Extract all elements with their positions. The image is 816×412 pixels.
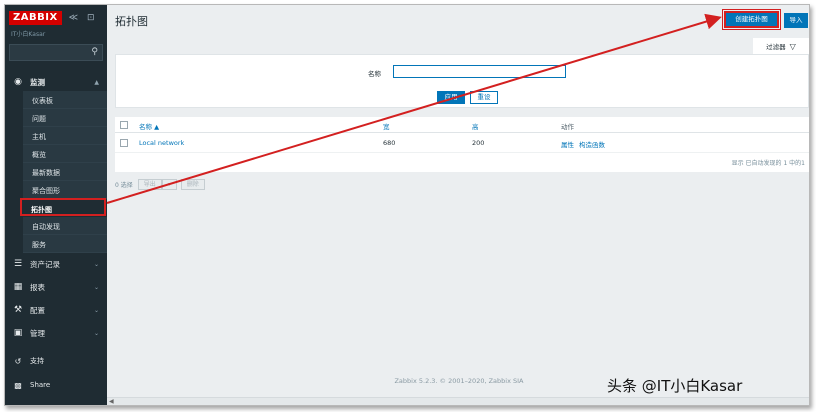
submenu-maps-label: 拓扑图 <box>31 206 52 214</box>
wrench-icon: ⚒ <box>13 305 23 315</box>
menu-configuration-label: 配置 <box>30 305 45 315</box>
menu-inventory[interactable]: ☰ 资产记录 ⌄ <box>5 255 107 273</box>
browser-frame: ZABBIX ≪ ⊡ IT小白Kasar ⚲ ◉ 监测 ▲ 仪表板 问题 主机 … <box>4 4 810 406</box>
table-header: 名称 ▲ 宽 高 动作 <box>115 117 809 133</box>
support-label: 支持 <box>30 357 44 365</box>
submenu-problems-label: 问题 <box>32 115 46 123</box>
row-checkbox[interactable] <box>120 139 128 147</box>
properties-link[interactable]: 属性 <box>561 139 574 149</box>
delete-button[interactable]: 删除 <box>180 178 205 190</box>
chevron-down-icon: ⌄ <box>93 329 99 337</box>
menu-administration-label: 管理 <box>30 328 45 338</box>
admin-icon: ▣ <box>13 328 23 338</box>
search-icon[interactable]: ⚲ <box>91 47 98 57</box>
share-link[interactable]: ▩ Share <box>5 375 107 395</box>
column-height[interactable]: 高 <box>472 121 479 131</box>
menu-monitoring[interactable]: ◉ 监测 ▲ <box>5 73 107 91</box>
select-all-checkbox[interactable] <box>120 121 128 129</box>
submenu-hosts[interactable]: 主机 <box>23 127 107 145</box>
filter-icon: ▽ <box>789 41 796 51</box>
menu-configuration[interactable]: ⚒ 配置 ⌄ <box>5 301 107 319</box>
column-actions: 动作 <box>561 123 574 131</box>
map-name-link[interactable]: Local network <box>139 139 184 147</box>
list-icon: ☰ <box>13 259 23 269</box>
chevron-up-icon: ▲ <box>94 78 99 86</box>
submenu-problems[interactable]: 问题 <box>23 109 107 127</box>
apply-button[interactable]: 应用 <box>437 91 465 104</box>
export-dropdown-icon[interactable]: ▾ <box>161 178 177 190</box>
filter-tab[interactable]: 过滤器 ▽ <box>753 38 809 54</box>
share-label: Share <box>30 381 51 389</box>
menu-reports[interactable]: ▦ 报表 ⌄ <box>5 278 107 296</box>
table-row: Local network 680 200 属性 构造函数 <box>115 133 809 153</box>
report-icon: ▦ <box>13 282 23 292</box>
menu-monitoring-label: 监测 <box>30 77 45 87</box>
zabbix-logo[interactable]: ZABBIX <box>9 11 62 25</box>
column-width[interactable]: 宽 <box>383 121 390 131</box>
chevron-down-icon: ⌄ <box>93 283 99 291</box>
submenu-services-label: 服务 <box>32 241 46 249</box>
submenu-latest-data[interactable]: 最新数据 <box>23 163 107 181</box>
create-map-button[interactable]: 创建拓扑图 <box>722 9 781 30</box>
submenu-discovery[interactable]: 自动发现 <box>23 217 107 235</box>
submenu-overview-label: 概览 <box>32 151 46 159</box>
chevron-down-icon: ⌄ <box>93 260 99 268</box>
server-name: IT小白Kasar <box>11 31 46 38</box>
map-width: 680 <box>383 139 396 147</box>
support-link[interactable]: ↺ 支持 <box>5 351 107 371</box>
table-footer: 显示 已自动发现的 1 中的1 <box>731 160 805 167</box>
support-icon: ↺ <box>14 356 22 366</box>
selected-count: 0 选择 <box>115 181 133 189</box>
map-height: 200 <box>472 139 485 147</box>
submenu-services[interactable]: 服务 <box>23 235 107 253</box>
maps-table: 名称 ▲ 宽 高 动作 Local network 680 200 属性 构造函… <box>115 117 809 172</box>
main-content: 拓扑图 创建拓扑图 导入 过滤器 ▽ 名称 应用 重设 名称 ▲ 宽 高 动作 … <box>107 5 809 405</box>
submenu-screens[interactable]: 聚合图形 <box>23 181 107 199</box>
submenu-maps[interactable]: 拓扑图 <box>20 198 106 216</box>
submenu-latest-data-label: 最新数据 <box>32 169 60 177</box>
submenu-screens-label: 聚合图形 <box>32 187 60 195</box>
sidebar-search[interactable]: ⚲ <box>9 44 103 61</box>
chevron-down-icon: ⌄ <box>93 306 99 314</box>
filter-tab-label: 过滤器 <box>766 43 786 51</box>
watermark: 头条 @IT小白Kasar <box>607 377 743 395</box>
scroll-left-icon[interactable]: ◀ <box>109 398 114 405</box>
logo-row: ZABBIX ≪ ⊡ <box>9 11 98 25</box>
horizontal-scrollbar[interactable]: ◀ <box>107 397 809 405</box>
search-input[interactable] <box>10 45 86 60</box>
sidebar: ZABBIX ≪ ⊡ IT小白Kasar ⚲ ◉ 监测 ▲ 仪表板 问题 主机 … <box>5 5 107 405</box>
filter-name-label: 名称 <box>368 70 381 78</box>
submenu-hosts-label: 主机 <box>32 133 46 141</box>
export-button[interactable]: 导出 <box>137 178 162 190</box>
page-title: 拓扑图 <box>115 15 148 28</box>
eye-icon: ◉ <box>14 77 22 87</box>
constructor-link[interactable]: 构造函数 <box>579 139 605 149</box>
submenu-dashboard[interactable]: 仪表板 <box>23 91 107 109</box>
column-name[interactable]: 名称 ▲ <box>139 121 159 131</box>
menu-inventory-label: 资产记录 <box>30 259 60 269</box>
sidebar-collapse-icon[interactable]: ≪ ⊡ <box>69 13 98 23</box>
import-button[interactable]: 导入 <box>784 13 808 28</box>
filter-panel: 名称 应用 重设 <box>115 54 809 108</box>
reset-button[interactable]: 重设 <box>470 91 498 104</box>
menu-administration[interactable]: ▣ 管理 ⌄ <box>5 324 107 342</box>
submenu-discovery-label: 自动发现 <box>32 223 60 231</box>
menu-reports-label: 报表 <box>30 282 45 292</box>
submenu-dashboard-label: 仪表板 <box>32 97 53 105</box>
filter-name-input[interactable] <box>393 65 566 78</box>
mass-actions: 0 选择 导出 ▾ 删除 <box>115 177 209 191</box>
share-icon: ▩ <box>14 380 22 390</box>
submenu-overview[interactable]: 概览 <box>23 145 107 163</box>
